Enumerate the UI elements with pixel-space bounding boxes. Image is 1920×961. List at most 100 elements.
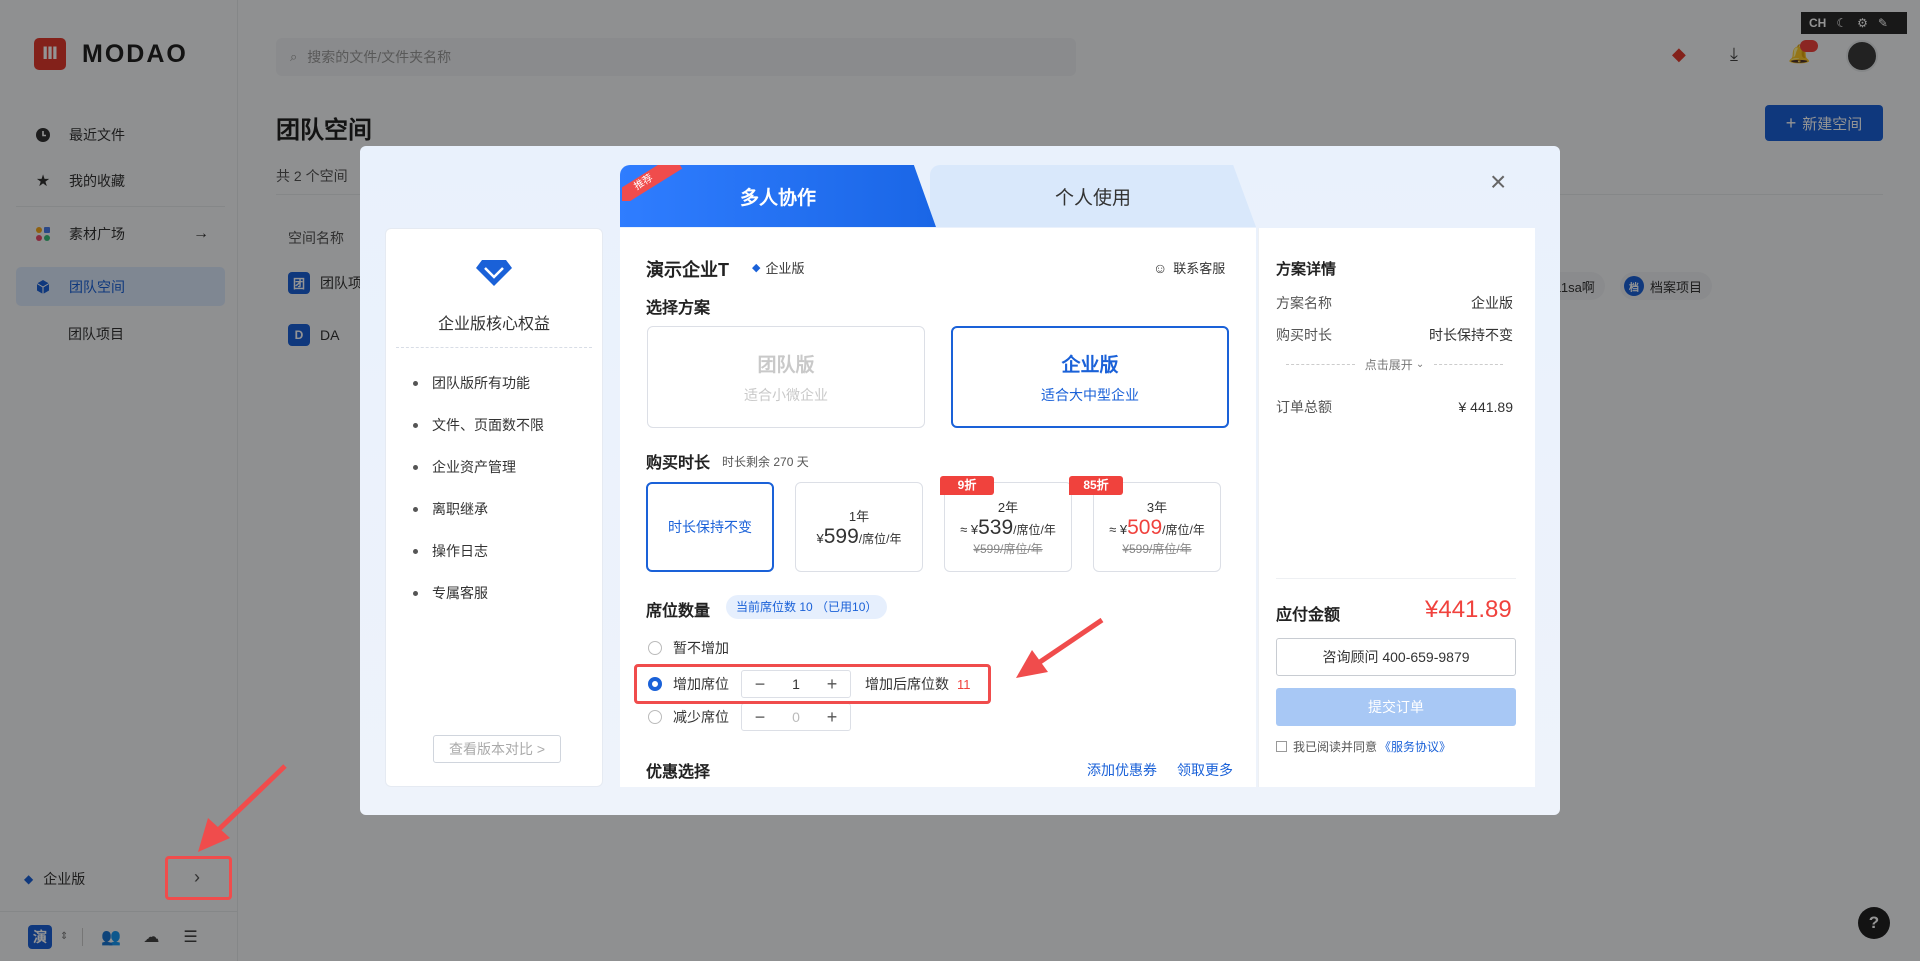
minus-icon[interactable]: −	[742, 707, 778, 728]
benefit-item: 专属客服	[413, 583, 488, 603]
price-unit: /席位/年	[858, 531, 902, 546]
divider	[1434, 364, 1503, 365]
compare-versions-button[interactable]: 查看版本对比 >	[433, 735, 561, 763]
duration-title: 购买时长	[646, 455, 711, 472]
company-plan-tag: ◆ 企业版	[752, 258, 804, 277]
agreement-row[interactable]: 我已阅读并同意 《服务协议》	[1276, 738, 1451, 755]
seat-option-reduce[interactable]: 减少席位 − 0 +	[648, 703, 851, 731]
benefits-title: 企业版核心权益	[437, 316, 550, 333]
duration-2y[interactable]: 2年 ≈ ¥539/席位/年 ¥599/席位/年	[944, 482, 1072, 572]
divider	[1276, 578, 1516, 579]
close-icon[interactable]: ×	[1490, 168, 1506, 196]
diamond-icon: ◆	[752, 262, 761, 274]
divider	[1286, 364, 1355, 365]
duration-year: 3年	[1146, 500, 1168, 515]
get-more-link[interactable]: 领取更多	[1177, 760, 1233, 780]
plan-desc: 适合小微企业	[744, 386, 828, 403]
detail-value: 时长保持不变	[1429, 327, 1513, 343]
price: 509	[1127, 516, 1163, 539]
option-label: 暂不增加	[673, 640, 729, 656]
highlight-box	[634, 664, 991, 704]
benefit-item: 企业资产管理	[413, 457, 516, 477]
tab-personal[interactable]: 个人使用	[930, 165, 1256, 227]
stepper-value[interactable]: 0	[778, 709, 814, 725]
original-price: ¥599/席位/年	[1122, 542, 1192, 556]
detail-value: ¥ 441.89	[1458, 399, 1514, 415]
benefit-label: 离职继承	[432, 501, 488, 517]
contact-service-label: 联系客服	[1173, 261, 1226, 276]
details-title: 方案详情	[1276, 261, 1337, 278]
reduce-seat-stepper[interactable]: − 0 +	[741, 703, 851, 731]
service-agreement-link[interactable]: 《服务协议》	[1379, 738, 1451, 755]
benefit-item: 文件、页面数不限	[413, 415, 544, 435]
detail-label: 订单总额	[1276, 399, 1332, 415]
original-price: ¥599/席位/年	[973, 542, 1043, 556]
detail-row: 订单总额 ¥ 441.89	[1276, 397, 1513, 417]
bullet-icon	[413, 506, 418, 512]
duration-remaining: 时长剩余 270 天	[722, 454, 809, 469]
price-unit: /席位/年	[1162, 523, 1205, 537]
seat-info-chip: 当前席位数 10 （已用10）	[726, 595, 888, 619]
company-plan-label: 企业版	[765, 261, 805, 276]
duration-header: 购买时长 时长剩余 270 天	[646, 449, 809, 473]
expand-label: 点击展开	[1364, 358, 1413, 372]
pay-label: 应付金额	[1276, 607, 1341, 624]
plan-desc: 适合大中型企业	[1041, 386, 1139, 403]
price: 539	[978, 516, 1014, 539]
detail-row: 方案名称 企业版	[1276, 293, 1513, 313]
option-label: 减少席位	[673, 709, 729, 725]
bullet-icon	[413, 590, 418, 596]
recommend-label: 推荐	[622, 165, 683, 201]
diamond-icon	[476, 258, 512, 293]
price-unit: /席位/年	[1013, 523, 1056, 537]
detail-value: 企业版	[1471, 295, 1513, 311]
divider	[396, 347, 592, 348]
discount-badge: 85折	[1069, 476, 1123, 495]
discount-badge: 9折	[940, 476, 994, 495]
seat-option-no-change[interactable]: 暂不增加	[648, 638, 729, 658]
duration-label: 时长保持不变	[668, 519, 752, 535]
currency: ≈ ¥	[960, 522, 979, 537]
plan-name: 企业版	[1061, 354, 1119, 376]
benefit-label: 专属客服	[432, 585, 488, 601]
seat-title: 席位数量	[646, 603, 711, 620]
agree-text: 我已阅读并同意	[1293, 740, 1378, 754]
benefit-label: 团队版所有功能	[432, 375, 530, 391]
plan-team[interactable]: 团队版 适合小微企业	[647, 326, 925, 428]
detail-label: 方案名称	[1276, 295, 1332, 311]
bullet-icon	[413, 464, 418, 470]
radio-icon	[648, 641, 662, 655]
consult-button[interactable]: 咨询顾问 400-659-9879	[1276, 638, 1516, 676]
company-name: 演示企业T	[646, 260, 729, 280]
duration-year: 1年	[848, 508, 870, 524]
pay-amount: ¥441.89	[1425, 596, 1512, 623]
currency: ≈ ¥	[1109, 522, 1128, 537]
plan-enterprise[interactable]: 企业版 适合大中型企业	[951, 326, 1229, 428]
headset-icon: ☺	[1153, 259, 1168, 276]
checkbox[interactable]	[1276, 741, 1287, 752]
choose-plan-title: 选择方案	[646, 300, 711, 317]
duration-3y[interactable]: 3年 ≈ ¥509/席位/年 ¥599/席位/年	[1093, 482, 1221, 572]
discount-title: 优惠选择	[646, 764, 711, 781]
duration-year: 2年	[997, 500, 1019, 515]
duration-keep[interactable]: 时长保持不变	[646, 482, 774, 572]
benefit-item: 团队版所有功能	[413, 373, 530, 393]
price: 599	[823, 524, 859, 548]
submit-order-button[interactable]: 提交订单	[1276, 688, 1516, 726]
bullet-icon	[413, 548, 418, 554]
plus-icon[interactable]: +	[814, 707, 850, 728]
chevron-down-icon: ⌄	[1415, 359, 1425, 370]
radio-icon	[648, 710, 662, 724]
bullet-icon	[413, 380, 418, 386]
benefit-item: 离职继承	[413, 499, 488, 519]
benefit-label: 文件、页面数不限	[432, 417, 544, 433]
benefit-label: 操作日志	[432, 543, 488, 559]
contact-service-link[interactable]: ☺ 联系客服	[1153, 258, 1225, 277]
detail-row: 购买时长 时长保持不变	[1276, 325, 1513, 345]
add-coupon-link[interactable]: 添加优惠券	[1087, 760, 1157, 780]
recommend-tag: 推荐	[622, 165, 692, 201]
duration-1y[interactable]: 1年 ¥599/席位/年	[795, 482, 923, 572]
expand-toggle[interactable]: 点击展开 ⌄	[1276, 356, 1513, 373]
bullet-icon	[413, 422, 418, 428]
currency: ¥	[816, 530, 824, 546]
